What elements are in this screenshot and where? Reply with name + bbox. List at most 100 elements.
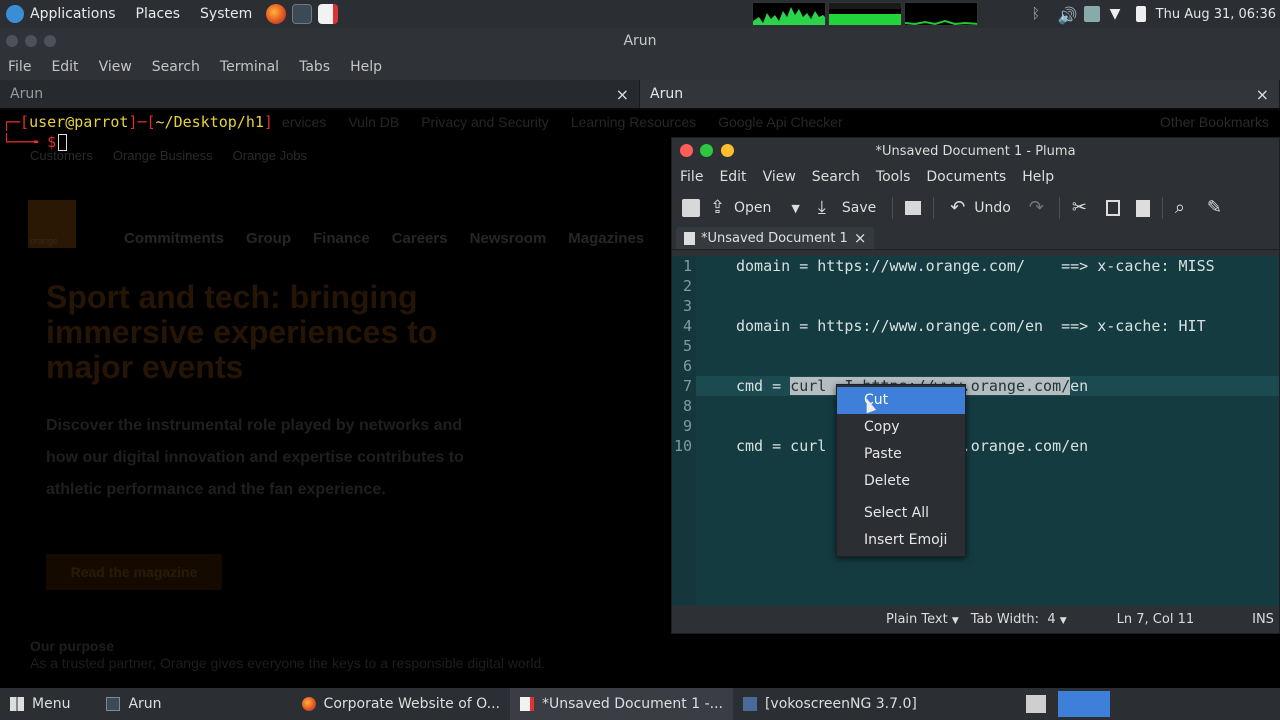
taskbar-item-label: *Unsaved Document 1 -... — [542, 696, 723, 712]
undo-button[interactable]: ↶ Undo — [946, 199, 1015, 217]
open-recent-dropdown-icon[interactable]: ▼ — [791, 202, 799, 215]
volume-icon[interactable]: 🔊 — [1058, 6, 1078, 25]
taskbar-pluma[interactable]: *Unsaved Document 1 -... — [510, 688, 733, 720]
workspace-active-icon[interactable] — [1058, 691, 1110, 717]
prompt-bracket: ]─[ — [128, 113, 156, 131]
code-text[interactable]: domain = https://www.orange.com/ ==> x-c… — [696, 256, 1279, 608]
pluma-menu-tools[interactable]: Tools — [876, 169, 911, 185]
menu-edit[interactable]: Edit — [51, 59, 78, 75]
menu-terminal[interactable]: Terminal — [220, 59, 279, 75]
pluma-titlebar[interactable]: *Unsaved Document 1 - Pluma — [672, 138, 1279, 164]
terminal-launcher-icon[interactable] — [292, 4, 313, 24]
menu-search[interactable]: Search — [152, 59, 200, 75]
context-insert-emoji[interactable]: Insert Emoji — [837, 527, 965, 554]
bluetooth-icon[interactable]: ᛒ — [1032, 6, 1048, 22]
pluma-menu-edit[interactable]: Edit — [719, 169, 746, 185]
context-copy[interactable]: Copy — [837, 414, 965, 441]
terminal-titlebar[interactable]: Arun — [0, 28, 1280, 54]
redo-icon[interactable]: ↷ — [1029, 199, 1047, 217]
places-menu[interactable]: Places — [130, 0, 187, 28]
maximize-window-button[interactable] — [700, 144, 713, 157]
line-number: 5 — [682, 337, 692, 355]
pluma-menu-view[interactable]: View — [763, 169, 796, 185]
text-editor-launcher-icon[interactable] — [318, 4, 339, 24]
firefox-launcher-icon[interactable] — [266, 4, 287, 24]
cut-icon[interactable]: ✂ — [1072, 199, 1090, 217]
line-number: 9 — [682, 417, 692, 435]
line-number: 3 — [682, 297, 692, 315]
maximize-window-button[interactable] — [44, 35, 56, 47]
screenshot-tray-icon[interactable] — [1083, 6, 1100, 22]
document-tab[interactable]: *Unsaved Document 1 × — [676, 227, 875, 249]
system-menu[interactable]: System — [194, 0, 258, 28]
print-icon[interactable] — [905, 201, 922, 215]
context-paste[interactable]: Paste — [837, 441, 965, 468]
taskbar-terminal[interactable]: Arun — [96, 688, 171, 720]
prompt-path: ~/Desktop/h1 — [155, 113, 264, 131]
menu-tabs[interactable]: Tabs — [299, 59, 330, 75]
terminal-tab-1[interactable]: Arun × — [0, 80, 640, 108]
ghost-headline: Sport and tech: bringing immersive exper… — [46, 280, 437, 385]
bottom-taskbar: Menu Arun Corporate Website of O... *Uns… — [0, 688, 1280, 720]
terminal-tab-label: Arun — [650, 86, 684, 102]
battery-icon[interactable] — [1135, 6, 1146, 22]
ghost-orange-logo: orange — [28, 200, 76, 248]
wifi-icon[interactable]: ▼ — [1110, 6, 1126, 22]
minimize-window-button[interactable] — [25, 35, 37, 47]
save-button[interactable]: ⤓ Save — [814, 199, 880, 217]
start-menu-button[interactable]: Menu — [0, 688, 80, 720]
menu-file[interactable]: File — [8, 59, 31, 75]
pluma-document-tabs: *Unsaved Document 1 × — [672, 226, 1279, 250]
terminal-tabbar: Arun × Arun × — [0, 80, 1280, 108]
applications-menu[interactable]: Applications — [0, 0, 122, 28]
close-tab-icon[interactable]: × — [616, 85, 629, 104]
system-tray: ᛒ 🔊 ▼ Thu Aug 31, 06:36 — [1032, 0, 1280, 28]
parrot-logo-icon — [6, 5, 24, 23]
menu-view[interactable]: View — [99, 59, 132, 75]
new-document-icon[interactable] — [682, 199, 700, 217]
tab-width-selector[interactable]: Tab Width: 4 ▼ — [971, 612, 1067, 627]
terminal-tab-2[interactable]: Arun × — [640, 80, 1280, 108]
language-selector[interactable]: Plain Text ▼ — [886, 612, 959, 627]
ghost-bookmarks-bar: ervices Vuln DB Privacy and Security Lea… — [282, 114, 843, 130]
pluma-menu-help[interactable]: Help — [1022, 169, 1054, 185]
context-cut[interactable]: Cut — [837, 387, 965, 414]
cpu-graph-icon — [753, 7, 825, 25]
cursor-position: Ln 7, Col 11 — [1116, 612, 1195, 627]
line-number: 8 — [682, 397, 692, 415]
taskbar-item-label: [vokoscreenNG 3.7.0] — [764, 696, 917, 712]
taskbar-vokoscreen[interactable]: [vokoscreenNG 3.7.0] — [733, 688, 927, 720]
pluma-menu-file[interactable]: File — [680, 169, 703, 185]
context-delete[interactable]: Delete — [837, 468, 965, 495]
close-window-button[interactable] — [680, 144, 693, 157]
taskbar-firefox[interactable]: Corporate Website of O... — [292, 688, 510, 720]
prompt-line-2: └──╼ $ — [2, 132, 273, 152]
paste-icon[interactable] — [1135, 199, 1150, 217]
pluma-menu-documents[interactable]: Documents — [926, 169, 1006, 185]
search-icon[interactable]: ⌕ — [1175, 199, 1193, 217]
line-number-gutter: 1 2 3 4 5 6 7 8 9 10 — [672, 256, 696, 608]
workspace-switcher-icon[interactable] — [1026, 695, 1046, 713]
minimize-window-button[interactable] — [721, 144, 734, 157]
line-number: 1 — [682, 257, 692, 275]
close-tab-icon[interactable]: × — [1256, 85, 1269, 104]
copy-icon[interactable] — [1105, 200, 1120, 216]
terminal-icon — [106, 697, 121, 711]
close-tab-icon[interactable]: × — [854, 229, 867, 247]
text-editor-area[interactable]: 1 2 3 4 5 6 7 8 9 10 domain = https://ww… — [672, 256, 1279, 608]
pluma-statusbar: Plain Text ▼ Tab Width: 4 ▼ Ln 7, Col 11… — [672, 606, 1279, 633]
context-select-all[interactable]: Select All — [837, 500, 965, 527]
menu-help[interactable]: Help — [350, 59, 382, 75]
pluma-menu-search[interactable]: Search — [812, 169, 860, 185]
tab-width-label: Tab Width: 4 — [970, 612, 1056, 627]
clock[interactable]: Thu Aug 31, 06:36 — [1156, 7, 1276, 22]
document-tab-label: *Unsaved Document 1 — [701, 230, 848, 246]
ghost-body-line: how our digital innovation and expertise… — [46, 449, 464, 466]
chevron-down-icon: ▼ — [1059, 616, 1067, 626]
open-button[interactable]: ⇪ Open — [706, 199, 775, 217]
replace-icon[interactable]: ✎ — [1207, 199, 1225, 217]
cpu-graph — [752, 2, 826, 26]
ghost-body-line: Discover the instrumental role played by… — [46, 417, 463, 434]
close-window-button[interactable] — [6, 35, 18, 47]
